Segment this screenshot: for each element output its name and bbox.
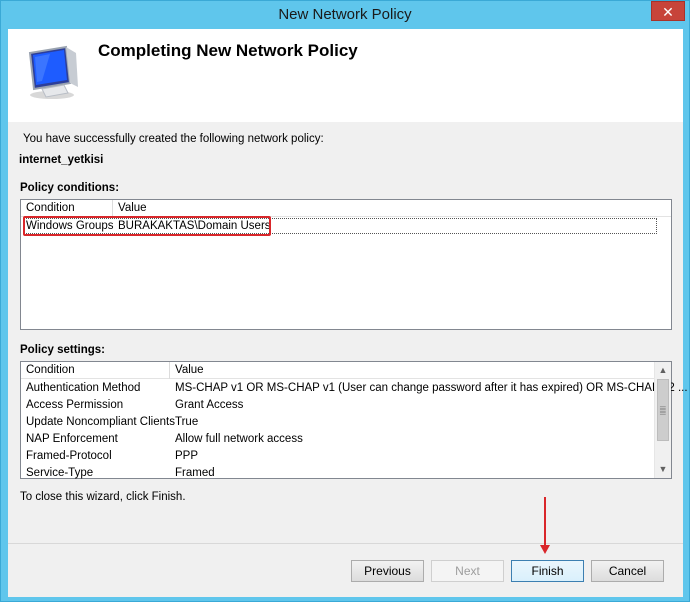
condition-cell: Update Noncompliant Clients — [26, 416, 175, 428]
policy-name: internet_yetkisi — [19, 154, 104, 166]
footer-divider — [8, 543, 683, 544]
condition-cell: Authentication Method — [26, 382, 141, 394]
settings-label: Policy settings: — [20, 344, 105, 356]
wizard-content: Completing New Network Policy You have s… — [8, 29, 688, 597]
annotation-arrow-icon — [540, 545, 550, 554]
grip-icon: ═ ═ ═ — [660, 403, 666, 418]
settings-list[interactable]: Condition Value Authentication Method MS… — [20, 361, 688, 482]
close-icon: ✕ — [662, 4, 674, 20]
col-value[interactable]: Value — [118, 202, 147, 214]
window-title: New Network Policy — [278, 6, 412, 23]
conditions-list[interactable]: Condition Value Windows Groups BURAKAKTA… — [20, 199, 672, 330]
wizard-header: Completing New Network Policy — [8, 29, 683, 122]
close-button[interactable]: ✕ — [651, 1, 685, 21]
table-row[interactable]: Access Permission Grant Access — [21, 397, 655, 414]
conditions-header: Condition Value — [21, 200, 671, 217]
value-cell: Grant Access — [175, 399, 244, 411]
scroll-thumb[interactable]: ═ ═ ═ — [657, 379, 669, 441]
settings-header: Condition Value — [21, 362, 655, 379]
previous-button[interactable]: Previous — [351, 560, 424, 582]
wizard-window: New Network Policy ✕ Completing New Netw… — [0, 0, 690, 602]
condition-cell: Framed-Protocol — [26, 450, 112, 462]
condition-cell: Service-Type — [26, 467, 94, 479]
condition-cell: NAP Enforcement — [26, 433, 118, 445]
scroll-up-icon[interactable]: ▲ — [655, 362, 671, 379]
value-cell: Framed — [175, 467, 215, 479]
col-value[interactable]: Value — [175, 364, 204, 376]
title-bar[interactable]: New Network Policy ✕ — [1, 1, 689, 29]
col-condition[interactable]: Condition — [26, 364, 75, 376]
settings-scrollbar[interactable]: ▲ ═ ═ ═ ▼ — [654, 362, 671, 478]
close-hint: To close this wizard, click Finish. — [20, 491, 186, 503]
value-cell: PPP — [175, 450, 199, 462]
next-button[interactable]: Next — [431, 560, 504, 582]
conditions-label: Policy conditions: — [20, 182, 120, 194]
scroll-down-icon[interactable]: ▼ — [655, 461, 671, 478]
monitor-icon — [28, 45, 78, 99]
annotation-highlight-box — [23, 216, 271, 236]
table-row[interactable]: Framed-Protocol PPP — [21, 448, 655, 465]
finish-button[interactable]: Finish — [511, 560, 584, 582]
value-cell: Allow full network access — [175, 433, 303, 445]
value-cell: True — [175, 416, 199, 428]
col-condition[interactable]: Condition — [26, 202, 75, 214]
column-divider — [112, 200, 113, 217]
annotation-arrow-line — [544, 497, 546, 547]
cancel-button[interactable]: Cancel — [591, 560, 664, 582]
column-divider — [169, 362, 170, 379]
value-cell: MS-CHAP v1 OR MS-CHAP v1 (User can chang… — [175, 382, 688, 394]
table-row[interactable]: Service-Type Framed — [21, 465, 655, 482]
wizard-title: Completing New Network Policy — [98, 41, 358, 60]
table-row[interactable]: Update Noncompliant Clients True — [21, 414, 655, 431]
table-row[interactable]: Authentication Method MS-CHAP v1 OR MS-C… — [21, 380, 688, 397]
intro-text: You have successfully created the follow… — [23, 133, 324, 145]
condition-cell: Access Permission — [26, 399, 124, 411]
table-row[interactable]: NAP Enforcement Allow full network acces… — [21, 431, 655, 448]
